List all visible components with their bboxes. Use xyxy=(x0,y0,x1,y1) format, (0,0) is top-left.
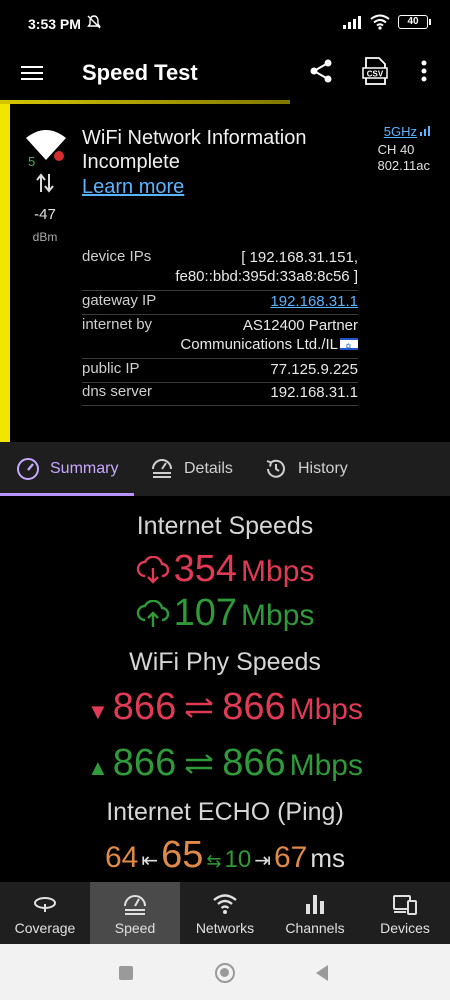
home-button[interactable] xyxy=(215,963,235,983)
phy-download-speed: ▼ 866 866 Mbps xyxy=(87,686,363,728)
tab-bar: Summary Details History xyxy=(0,442,450,496)
channel-label: CH 40 xyxy=(377,142,415,157)
csv-icon[interactable]: CSV xyxy=(362,56,388,86)
tab-summary[interactable]: Summary xyxy=(16,442,118,496)
gauge-icon xyxy=(17,458,39,480)
info-value: 192.168.31.1 xyxy=(270,384,358,401)
ping-unit: ms xyxy=(310,843,346,873)
nav-speed[interactable]: Speed xyxy=(90,882,180,944)
svg-text:5: 5 xyxy=(28,154,35,168)
clock: 3:53 PM xyxy=(28,16,81,32)
info-key: dns server xyxy=(82,383,153,400)
bottom-navigation: Coverage Speed Networks Channels Devices xyxy=(0,882,450,944)
info-key: internet by xyxy=(82,316,153,333)
ping-min: 64 xyxy=(104,841,139,874)
svg-text:CSV: CSV xyxy=(367,70,384,79)
arrow-left-bar-icon: ⇤ xyxy=(141,850,159,872)
info-value: 77.125.9.225 xyxy=(270,361,358,378)
tab-history[interactable]: History xyxy=(264,442,348,496)
details-icon xyxy=(152,459,172,478)
triangle-down-icon: ▼ xyxy=(87,699,109,724)
page-title: Speed Test xyxy=(82,60,198,85)
bar-chart-icon xyxy=(306,895,324,914)
triangle-up-icon: ▲ xyxy=(87,755,109,780)
mute-icon xyxy=(87,15,101,29)
nav-networks[interactable]: Networks xyxy=(180,882,270,944)
nav-coverage[interactable]: Coverage xyxy=(0,882,90,944)
tab-details[interactable]: Details xyxy=(150,442,233,496)
battery-icon: 40 xyxy=(398,15,431,29)
app-bar: Speed Test CSV xyxy=(0,46,450,100)
share-icon[interactable] xyxy=(308,58,334,84)
ping-max: 67 xyxy=(273,841,308,874)
cloud-upload-icon xyxy=(136,599,169,627)
nav-channels[interactable]: Channels xyxy=(270,882,360,944)
rssi-value: -47 xyxy=(34,206,56,223)
transfer-icon xyxy=(36,173,54,193)
cloud-download-icon xyxy=(136,555,169,584)
summary-panel: Internet Speeds 354 Mbps 107 Mbps WiFi Phy… xyxy=(0,496,450,882)
learn-more-link[interactable]: Learn more xyxy=(82,176,184,199)
gateway-ip-link[interactable]: 192.168.31.1 xyxy=(270,292,358,311)
network-message: WiFi Network Information Incomplete xyxy=(82,127,307,173)
ping-values: 64 ⇤ 65 ⇆ 10 ⇥ 67 ms xyxy=(0,834,450,877)
back-button[interactable] xyxy=(316,965,328,981)
info-value: [ 192.168.31.151, fe80::bbd:395d:33a8:8c5… xyxy=(175,249,358,285)
wifi-icon xyxy=(213,894,237,914)
info-value: AS12400 Partner Communications Ltd./IL xyxy=(180,316,358,356)
info-row-internet-by: internet by AS12400 Partner Communication… xyxy=(82,316,358,359)
band-link[interactable]: 5GHz xyxy=(368,124,428,139)
more-icon[interactable] xyxy=(414,58,434,84)
ping-jitter: 10 xyxy=(224,846,252,873)
wifi-standard: 802.11ac xyxy=(377,158,430,173)
swap-icon xyxy=(185,753,213,774)
nav-devices[interactable]: Devices xyxy=(360,882,450,944)
ping-title: Internet ECHO (Ping) xyxy=(106,798,344,826)
israel-flag-icon xyxy=(340,337,358,356)
rssi-unit: dBm xyxy=(32,230,58,244)
info-key: public IP xyxy=(82,360,140,377)
wifi-signal-icon: 5 xyxy=(26,130,66,168)
download-speed: 354 Mbps xyxy=(0,548,450,591)
info-row-public-ip: public IP 77.125.9.225 xyxy=(82,360,358,383)
signal-quality-bar xyxy=(0,104,10,442)
status-bar: 3:53 PM 40 xyxy=(0,0,450,46)
band-bars-icon xyxy=(420,126,430,136)
phy-upload-speed: ▲ 866 866 Mbps xyxy=(87,742,363,784)
upload-speed: 107 Mbps xyxy=(0,592,450,635)
speedometer-icon xyxy=(124,895,146,915)
jitter-icon: ⇆ xyxy=(206,851,222,871)
info-key: gateway IP xyxy=(82,292,157,309)
coverage-icon xyxy=(34,897,56,912)
devices-icon xyxy=(393,895,417,915)
arrow-right-bar-icon: ⇥ xyxy=(254,850,271,872)
system-navigation xyxy=(0,944,450,1000)
info-row-device-ips: device IPs [ 192.168.31.151, fe80::bbd:39… xyxy=(82,248,358,291)
phy-speeds-title: WiFi Phy Speeds xyxy=(129,648,321,676)
wifi-info-card: 5 -47 dBm WiFi Network Information Incom… xyxy=(0,104,450,442)
menu-icon[interactable] xyxy=(20,61,44,85)
history-icon xyxy=(266,459,285,478)
ping-avg: 65 xyxy=(161,834,204,876)
wifi-icon xyxy=(370,14,390,30)
info-row-gateway-ip: gateway IP 192.168.31.1 xyxy=(82,292,358,315)
internet-speeds-title: Internet Speeds xyxy=(136,512,314,540)
signal-icon xyxy=(343,16,361,29)
info-key: device IPs xyxy=(82,248,152,265)
recents-button[interactable] xyxy=(119,966,133,980)
info-row-dns-server: dns server 192.168.31.1 xyxy=(82,383,358,406)
status-icons: 40 xyxy=(342,14,431,30)
swap-icon xyxy=(185,697,213,718)
